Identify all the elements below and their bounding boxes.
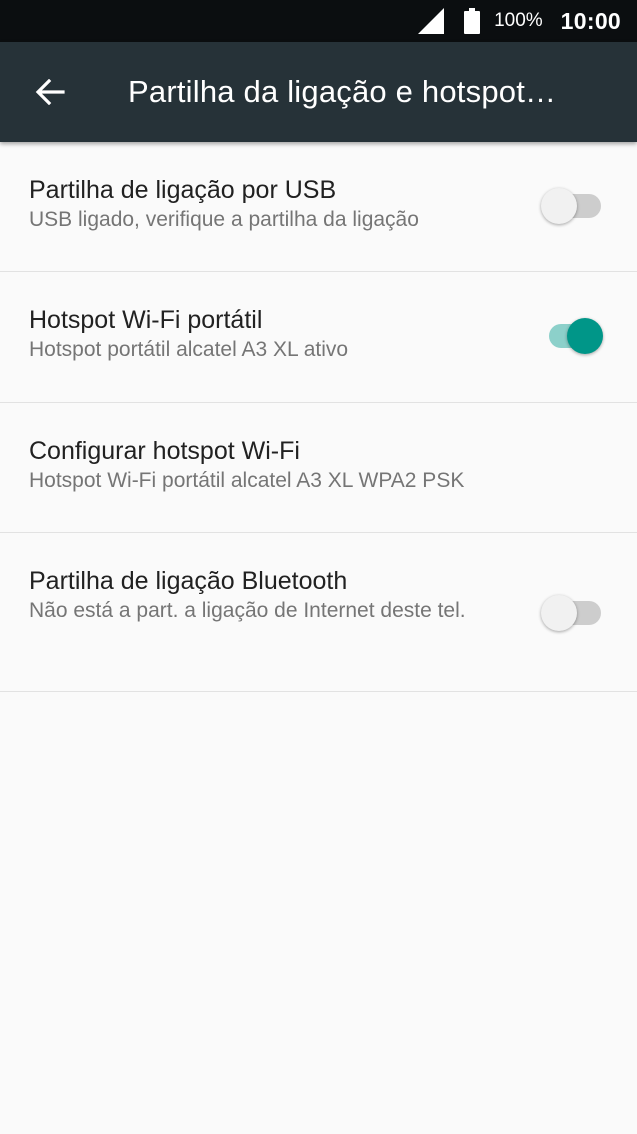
clock: 10:00 [560, 7, 621, 34]
cell-signal-icon [418, 8, 445, 34]
battery-icon [464, 8, 481, 34]
usb-tethering-toggle[interactable] [541, 186, 603, 226]
toggle-thumb [541, 188, 577, 224]
setting-wifi-hotspot[interactable]: Hotspot Wi-Fi portátil Hotspot portátil … [0, 272, 637, 403]
toggle-thumb [567, 318, 603, 354]
status-bar: 100% 10:00 [0, 0, 637, 42]
setting-summary: Hotspot Wi-Fi portátil alcatel A3 XL WPA… [29, 469, 465, 492]
setting-usb-tethering[interactable]: Partilha de ligação por USB USB ligado, … [0, 142, 637, 272]
setting-title: Partilha de ligação Bluetooth [29, 567, 348, 595]
app-bar: Partilha da ligação e hotspot… [0, 42, 637, 142]
settings-list: Partilha de ligação por USB USB ligado, … [0, 142, 637, 692]
wifi-hotspot-toggle[interactable] [543, 316, 603, 356]
back-arrow-icon [35, 79, 65, 105]
bluetooth-tethering-toggle[interactable] [541, 593, 603, 633]
back-button[interactable] [21, 63, 79, 121]
setting-bluetooth-tethering[interactable]: Partilha de ligação Bluetooth Não está a… [0, 533, 637, 692]
battery-percent: 100% [494, 10, 543, 31]
setting-configure-hotspot[interactable]: Configurar hotspot Wi-Fi Hotspot Wi-Fi p… [0, 403, 637, 533]
setting-title: Configurar hotspot Wi-Fi [29, 437, 300, 465]
page-title: Partilha da ligação e hotspot… [128, 74, 557, 109]
toggle-thumb [541, 595, 577, 631]
setting-summary: Não está a part. a ligação de Internet d… [29, 599, 466, 622]
